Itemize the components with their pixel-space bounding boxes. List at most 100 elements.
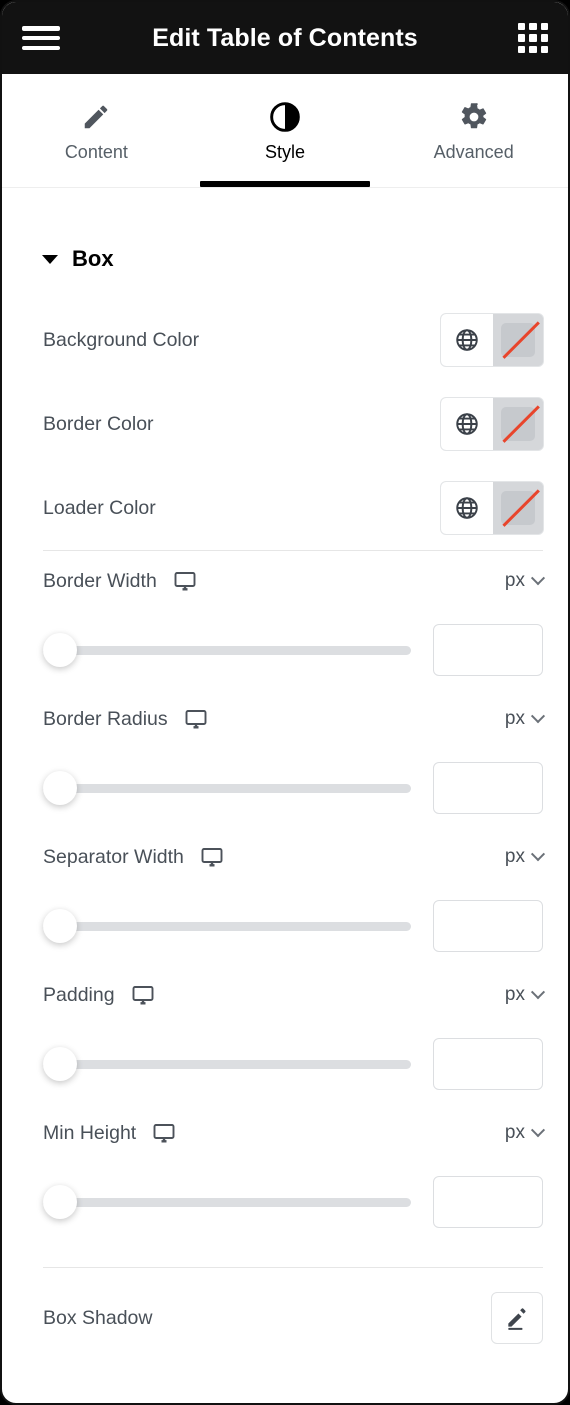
grid-cell: [540, 45, 548, 53]
swatch-preview: [501, 491, 535, 525]
no-color-swatch-icon[interactable]: [493, 398, 543, 450]
border-width-header: Border Width px: [43, 551, 546, 611]
grid-cell: [518, 45, 526, 53]
slider-knob[interactable]: [43, 909, 77, 943]
box-section-header[interactable]: Box: [2, 188, 568, 272]
tab-content-label: Content: [64, 142, 128, 162]
hamburger-menu-icon[interactable]: [22, 23, 60, 53]
half-circle-contrast-icon: [269, 100, 301, 134]
padding-body: [43, 1025, 543, 1103]
min-height-input[interactable]: [433, 1176, 543, 1228]
border-color-picker[interactable]: [441, 398, 543, 450]
hamburger-bar: [22, 26, 60, 31]
box-shadow-label: Box Shadow: [43, 1306, 153, 1329]
background-color-picker[interactable]: [441, 314, 543, 366]
desktop-monitor-icon[interactable]: [152, 1121, 176, 1145]
desktop-monitor-icon[interactable]: [200, 845, 224, 869]
separator-width-body: [43, 887, 543, 965]
chevron-down-icon: [530, 571, 546, 586]
no-color-swatch-icon[interactable]: [493, 482, 543, 534]
padding-unit-select[interactable]: px: [504, 984, 546, 1006]
min-height-unit-select[interactable]: px: [505, 1122, 546, 1144]
box-shadow-edit-button[interactable]: [491, 1292, 543, 1344]
border-width-input[interactable]: [433, 624, 543, 676]
grid-cell: [529, 23, 537, 31]
globe-icon[interactable]: [441, 314, 493, 366]
separator-width-unit-select[interactable]: px: [504, 846, 546, 868]
border-radius-header: Border Radius px: [43, 689, 546, 749]
border-width-unit-label: px: [504, 570, 525, 591]
apps-grid-icon[interactable]: [518, 23, 548, 53]
tab-advanced-label: Advanced: [433, 142, 514, 162]
desktop-monitor-icon[interactable]: [131, 983, 155, 1007]
min-height-control: Min Height px: [2, 1103, 568, 1241]
box-section-title: Box: [72, 246, 114, 271]
chevron-down-icon: [530, 1123, 546, 1138]
loader-color-picker[interactable]: [441, 482, 543, 534]
border-radius-unit-label: px: [504, 708, 525, 729]
padding-slider[interactable]: [43, 1047, 411, 1081]
padding-input[interactable]: [433, 1038, 543, 1090]
border-width-label: Border Width: [43, 569, 157, 592]
separator-width-slider[interactable]: [43, 909, 411, 943]
slider-knob[interactable]: [43, 1047, 77, 1081]
border-radius-control: Border Radius px: [2, 689, 568, 827]
min-height-slider[interactable]: [43, 1185, 411, 1219]
padding-header: Padding px: [43, 965, 546, 1025]
border-width-slider[interactable]: [43, 633, 411, 667]
border-color-label: Border Color: [43, 412, 154, 435]
slider-track: [43, 645, 411, 655]
editor-panel: Edit Table of Contents Content Style Adv…: [0, 0, 570, 1405]
border-radius-label: Border Radius: [43, 707, 168, 730]
slider-knob[interactable]: [43, 633, 77, 667]
slider-track: [43, 921, 411, 931]
separator-width-header: Separator Width px: [43, 827, 546, 887]
loader-color-label: Loader Color: [43, 496, 156, 519]
tab-style[interactable]: Style: [191, 74, 380, 187]
separator-width-label: Separator Width: [43, 845, 184, 868]
min-height-label: Min Height: [43, 1121, 137, 1144]
desktop-monitor-icon[interactable]: [184, 707, 208, 731]
hamburger-bar: [22, 35, 60, 41]
app-header: Edit Table of Contents: [2, 2, 568, 74]
chevron-down-icon: [530, 709, 546, 724]
separator-width-input[interactable]: [433, 900, 543, 952]
border-radius-unit-select[interactable]: px: [504, 708, 546, 730]
chevron-down-icon: [530, 985, 546, 1000]
background-color-row: Background Color: [2, 298, 568, 382]
tab-advanced[interactable]: Advanced: [379, 74, 568, 187]
active-tab-indicator: [200, 181, 370, 187]
border-radius-input[interactable]: [433, 762, 543, 814]
globe-icon[interactable]: [441, 398, 493, 450]
swatch-preview: [501, 323, 535, 357]
gear-icon: [459, 100, 489, 134]
hamburger-bar: [22, 45, 60, 50]
loader-color-row: Loader Color: [2, 466, 568, 550]
border-width-unit-select[interactable]: px: [504, 570, 546, 592]
border-radius-slider[interactable]: [43, 771, 411, 805]
border-radius-body: [43, 749, 543, 827]
grid-cell: [540, 23, 548, 31]
border-width-body: [43, 611, 543, 689]
min-height-body: [43, 1163, 543, 1241]
grid-cell: [518, 34, 526, 42]
grid-cell: [518, 23, 526, 31]
grid-cell: [540, 34, 548, 42]
slider-track: [43, 1197, 411, 1207]
slider-track: [43, 1059, 411, 1069]
box-section: Box Background Color Border Color Loader…: [2, 188, 568, 1368]
desktop-monitor-icon[interactable]: [173, 569, 197, 593]
separator-width-unit-label: px: [504, 846, 525, 867]
padding-unit-label: px: [504, 984, 525, 1005]
chevron-down-icon: [530, 847, 546, 862]
swatch-preview: [501, 407, 535, 441]
background-color-label: Background Color: [43, 328, 200, 351]
globe-icon[interactable]: [441, 482, 493, 534]
slider-knob[interactable]: [43, 1185, 77, 1219]
slider-track: [43, 783, 411, 793]
tab-content[interactable]: Content: [2, 74, 191, 187]
page-title: Edit Table of Contents: [152, 23, 418, 52]
tab-bar: Content Style Advanced: [2, 74, 568, 188]
slider-knob[interactable]: [43, 771, 77, 805]
no-color-swatch-icon[interactable]: [493, 314, 543, 366]
